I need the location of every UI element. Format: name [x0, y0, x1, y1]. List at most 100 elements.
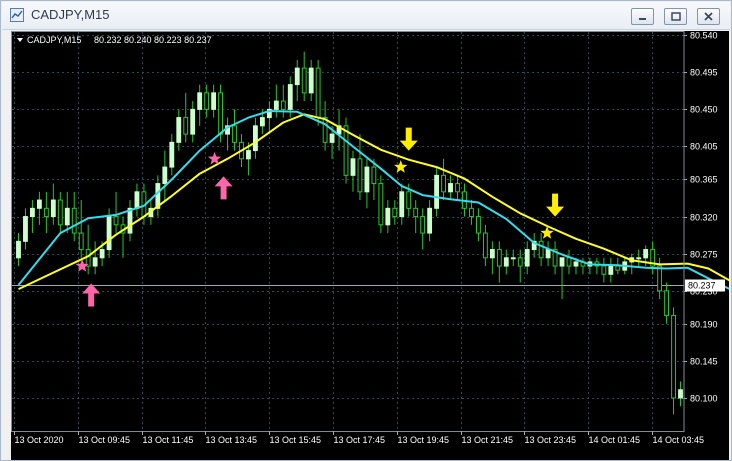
candle-body-up	[99, 249, 105, 259]
candle-body-down	[378, 183, 384, 226]
moving-averages-layer	[17, 110, 729, 291]
candle	[364, 158, 370, 209]
price-axis-label: 80.365	[690, 175, 718, 185]
candle	[587, 257, 593, 275]
candle-body-down	[301, 67, 307, 94]
candle-body-up	[246, 150, 251, 160]
chart-header: CADJPY,M15 80.232 80.240 80.223 80.237	[17, 35, 212, 45]
candle-body-up	[259, 117, 265, 127]
candle-body-up	[211, 92, 217, 110]
candle	[301, 51, 307, 102]
price-axis-label: 80.495	[690, 68, 718, 78]
candle-body-up	[273, 100, 279, 110]
window-title: CADJPY,M15	[31, 7, 110, 22]
candle-body-down	[538, 240, 544, 259]
candle-body-up	[253, 125, 258, 152]
candle-body-down	[476, 216, 481, 234]
close-button[interactable]	[697, 8, 720, 25]
chart-symbol-timeframe: CADJPY,M15	[27, 35, 81, 45]
candle-body-down	[517, 257, 523, 267]
candle-body-down	[392, 207, 398, 218]
candle	[538, 233, 544, 267]
candle	[448, 175, 453, 201]
candle-body-up	[364, 166, 370, 193]
minimize-button[interactable]	[631, 8, 654, 25]
candle	[413, 200, 419, 234]
price-axis-label: 80.405	[690, 142, 718, 152]
candlestick-chart[interactable]: 80.540 80.495 80.450 80.405 80.365 80.320 80.2…	[11, 31, 729, 460]
candle	[399, 183, 405, 225]
candle	[566, 249, 572, 275]
candle-body-down	[78, 232, 84, 251]
buy-arrow-icon	[82, 283, 101, 307]
candle-body-up	[127, 207, 133, 234]
sell-arrow-icon	[546, 193, 565, 217]
candle	[253, 117, 258, 159]
candle	[232, 109, 237, 151]
restore-button[interactable]	[664, 8, 687, 25]
candle-body-down	[183, 117, 189, 135]
current-price-label: 80.237	[688, 281, 716, 291]
time-axis-label: 13 Oct 2020	[15, 435, 64, 445]
fast-ma-line	[17, 110, 729, 290]
sell-star-icon	[394, 160, 408, 173]
candle	[608, 257, 614, 283]
candle-body-up	[16, 240, 21, 259]
candle-body-down	[482, 232, 488, 259]
minimize-icon	[639, 18, 646, 20]
candle-body-up	[162, 166, 168, 185]
candle-body-down	[232, 125, 237, 143]
candle-body-up	[643, 249, 649, 259]
plot-frame	[11, 31, 685, 432]
price-axis-label: 80.190	[690, 320, 718, 330]
candle-body-up	[503, 257, 509, 267]
terminal-chart-window: CADJPY,M15 80.540 80.495 80.450 80.405 80.36…	[0, 0, 732, 461]
candle	[113, 191, 119, 234]
candle-body-down	[420, 216, 426, 234]
candle-body-down	[406, 191, 412, 209]
candle	[524, 241, 530, 275]
price-axis-label: 80.100	[690, 394, 718, 404]
price-chart-area[interactable]: 80.540 80.495 80.450 80.405 80.365 80.320 80.2…	[11, 31, 729, 460]
candle-body-down	[496, 249, 502, 267]
candle-body-down	[357, 158, 363, 193]
candle	[392, 200, 398, 225]
candle-body-down	[204, 92, 210, 110]
candle	[629, 253, 635, 275]
candle-body-down	[218, 92, 223, 135]
candle-body-down	[455, 183, 460, 193]
time-axis-label: 13 Oct 17:45	[334, 435, 386, 445]
candle	[273, 84, 279, 118]
candle-body-up	[64, 207, 70, 226]
candle	[441, 158, 446, 201]
candle	[434, 167, 440, 217]
candle	[225, 117, 230, 151]
candle	[496, 241, 502, 283]
candle	[266, 101, 272, 135]
candle	[594, 257, 600, 275]
candle-body-up	[169, 141, 175, 168]
candle	[427, 200, 433, 242]
candle	[350, 150, 356, 192]
candle	[357, 134, 363, 201]
candle	[552, 241, 558, 275]
price-axis-label: 80.540	[690, 31, 718, 41]
time-axis-label: 13 Oct 13:45	[206, 435, 258, 445]
candle	[36, 191, 42, 225]
candle	[636, 249, 642, 267]
candle-body-down	[57, 199, 63, 226]
time-axis-label: 13 Oct 15:45	[270, 435, 322, 445]
candle-body-down	[322, 117, 328, 143]
candle	[476, 208, 481, 242]
chart-menu-triangle-icon[interactable]	[17, 38, 23, 42]
candle	[336, 109, 342, 151]
candle-body-down	[43, 207, 49, 218]
window-titlebar[interactable]: CADJPY,M15	[2, 2, 730, 30]
sell-arrow-icon	[399, 127, 418, 151]
candle	[545, 241, 551, 267]
candle-body-down	[113, 216, 119, 226]
candle	[580, 257, 586, 275]
candle-body-down	[71, 207, 77, 234]
candle-body-up	[559, 257, 565, 267]
candle	[664, 282, 669, 324]
